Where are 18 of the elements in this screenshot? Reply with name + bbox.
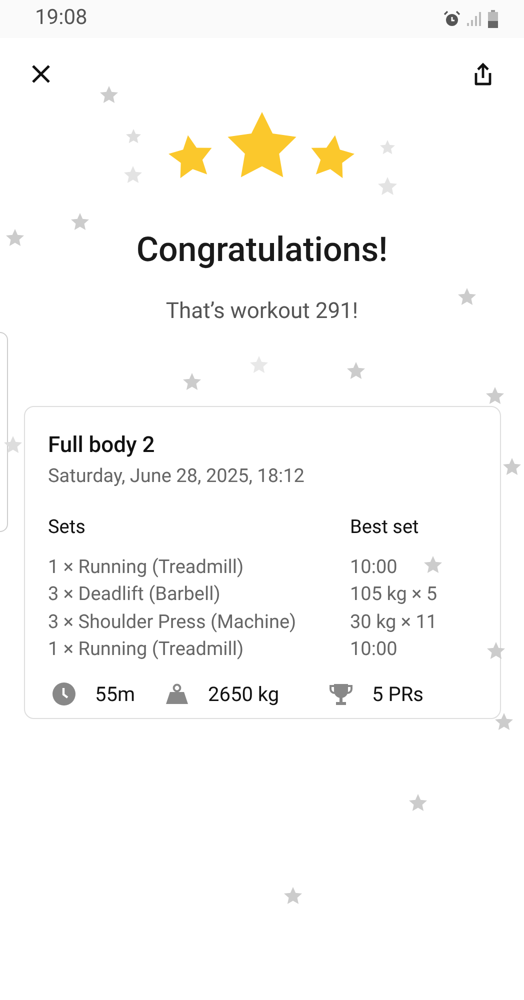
best-set-text: 30 kg × 11 (350, 608, 438, 634)
workout-count-text: That’s workout 291! (166, 298, 358, 326)
column-header: Sets (48, 514, 86, 540)
stat-value: 55m (95, 680, 136, 708)
column-header: Best set (350, 514, 419, 540)
workout-date: Saturday, June 28, 2025, 18:12 (48, 463, 306, 489)
best-set-text: 105 kg × 5 (350, 581, 438, 607)
exercise-sets-text: 3 × Shoulder Press (Machine) (48, 608, 296, 634)
stat-value: 5 PRs (372, 680, 424, 708)
workout-name: Full body 2 (48, 432, 156, 460)
best-set-text: 10:00 (350, 554, 398, 580)
stat-value: 2650 kg (208, 680, 280, 708)
exercise-sets-text: 3 × Deadlift (Barbell) (48, 581, 220, 607)
best-set-text: 10:00 (350, 636, 398, 662)
exercise-sets-text: 1 × Running (Treadmill) (48, 554, 244, 580)
status-time: 19:08 (35, 5, 88, 32)
congratulations-heading: Congratulations! (136, 229, 388, 272)
exercise-sets-text: 1 × Running (Treadmill) (48, 636, 244, 662)
